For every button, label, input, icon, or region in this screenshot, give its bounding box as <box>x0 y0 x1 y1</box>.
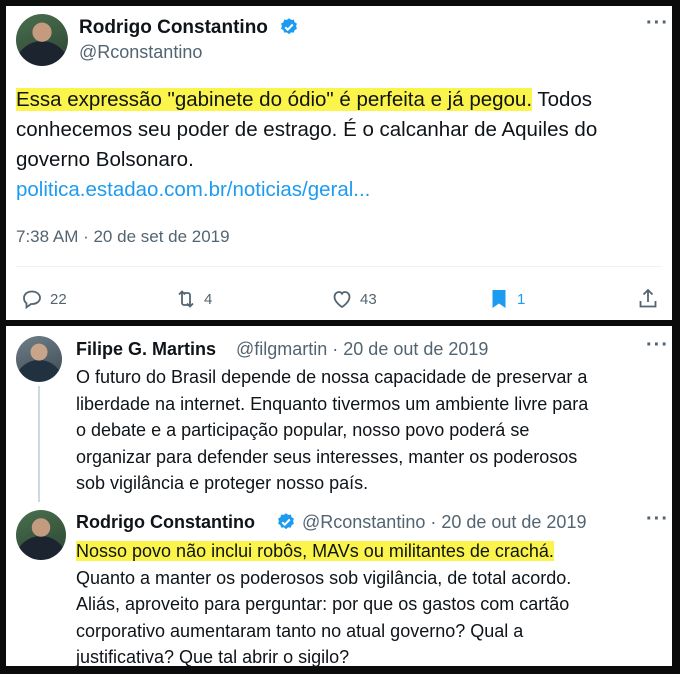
verified-badge-icon <box>281 18 297 35</box>
retweet-button[interactable]: 4 <box>174 287 212 311</box>
verified-badge-icon <box>278 513 294 530</box>
timestamp[interactable]: 7:38 AM · 20 de set de 2019 <box>16 227 230 247</box>
highlighted-text: Essa expressão "gabinete do ódio" é perf… <box>16 88 533 111</box>
share-icon <box>639 288 657 308</box>
like-button[interactable]: 43 <box>330 287 377 311</box>
highlighted-text: Nosso povo não inclui robôs, MAVs ou mil… <box>76 541 554 561</box>
thread-line <box>38 386 40 502</box>
tweet-text: Nosso povo não inclui robôs, MAVs ou mil… <box>76 541 572 667</box>
author-name[interactable]: Rodrigo Constantino <box>76 512 255 533</box>
author-name[interactable]: Rodrigo Constantino <box>79 17 268 39</box>
author-handle-and-date[interactable]: @Rconstantino · 20 de out de 2019 <box>302 512 586 533</box>
more-options-icon[interactable]: ··· <box>646 508 669 531</box>
more-options-icon[interactable]: ··· <box>646 334 669 357</box>
bookmark-button[interactable]: 1 <box>487 287 525 311</box>
tweet-thread-card: Filipe G. Martins @filgmartin · 20 de ou… <box>6 326 672 667</box>
author-handle-and-date[interactable]: @filgmartin · 20 de out de 2019 <box>236 339 488 360</box>
avatar[interactable] <box>16 336 62 382</box>
heart-icon <box>333 291 351 309</box>
avatar[interactable] <box>16 14 68 66</box>
more-options-icon[interactable]: ··· <box>646 12 669 35</box>
reply-icon <box>23 290 41 310</box>
retweet-icon <box>178 290 194 308</box>
tweet-card-main: Rodrigo Constantino @Rconstantino ··· Es… <box>6 6 672 320</box>
author-name[interactable]: Filipe G. Martins <box>76 339 216 360</box>
tweet-text: Essa expressão "gabinete do ódio" é perf… <box>16 85 597 205</box>
author-handle[interactable]: @Rconstantino <box>79 42 202 63</box>
share-button[interactable] <box>636 287 660 311</box>
divider <box>16 266 662 267</box>
tweet-text: O futuro do Brasil depende de nossa capa… <box>76 367 589 493</box>
reply-button[interactable]: 22 <box>20 287 67 311</box>
avatar[interactable] <box>16 510 66 560</box>
bookmark-icon <box>492 290 506 308</box>
article-link[interactable]: politica.estadao.com.br/noticias/geral..… <box>16 175 597 205</box>
